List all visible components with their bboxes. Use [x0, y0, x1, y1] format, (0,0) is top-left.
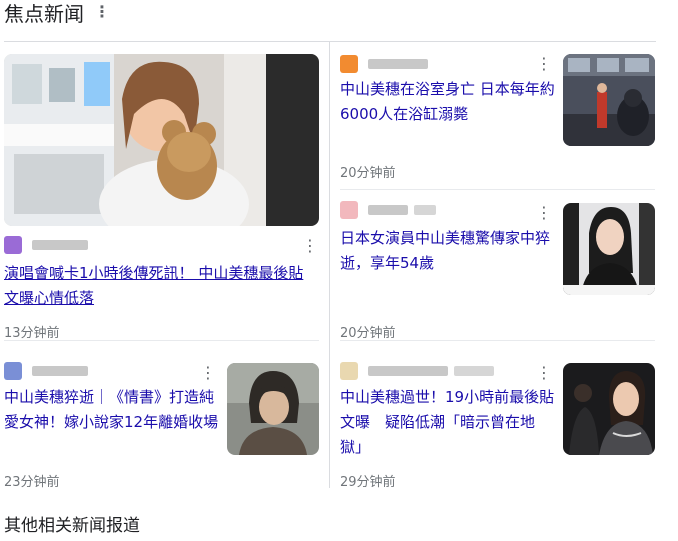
news-headline[interactable]: 中山美穗猝逝｜《情書》打造純愛女神！嫁小說家12年離婚收場 — [4, 385, 220, 435]
more-vert-icon[interactable]: ⋮ — [92, 4, 112, 20]
more-vert-icon[interactable]: ⋮ — [534, 205, 554, 221]
news-thumbnail[interactable] — [4, 54, 319, 226]
news-time: 20分钟前 — [340, 166, 396, 181]
more-vert-icon[interactable]: ⋮ — [534, 56, 554, 72]
publisher-name — [32, 240, 88, 250]
news-thumbnail[interactable] — [563, 54, 655, 146]
source-row — [340, 55, 428, 73]
news-headline[interactable]: 中山美穗過世！19小時前最後貼文曝 疑陷低潮「暗示曾在地獄」 — [340, 385, 556, 460]
news-headline[interactable]: 日本女演員中山美穗驚傳家中猝逝，享年54歲 — [340, 226, 556, 276]
publisher-name — [454, 366, 494, 376]
news-time: 29分钟前 — [340, 475, 396, 490]
news-headline[interactable]: 中山美穗在浴室身亡 日本每年約6000人在浴缸溺斃 — [340, 77, 556, 127]
column-divider — [329, 42, 330, 488]
news-thumbnail[interactable] — [227, 363, 319, 455]
divider — [340, 340, 655, 341]
source-row — [340, 362, 494, 380]
news-thumbnail[interactable] — [563, 363, 655, 455]
news-thumbnail[interactable] — [563, 203, 655, 295]
publisher-logo — [340, 362, 358, 380]
publisher-name — [368, 59, 428, 69]
publisher-logo — [4, 362, 22, 380]
source-row — [340, 201, 436, 219]
publisher-name — [414, 205, 436, 215]
news-time: 13分钟前 — [4, 326, 60, 341]
news-time: 23分钟前 — [4, 475, 60, 490]
news-time: 20分钟前 — [340, 326, 396, 341]
more-vert-icon[interactable]: ⋮ — [300, 238, 320, 254]
more-vert-icon[interactable]: ⋮ — [534, 365, 554, 381]
section-title: 焦点新闻 — [4, 1, 84, 26]
source-row — [4, 236, 88, 254]
news-headline[interactable]: 演唱會喊卡1小時後傳死訊！ 中山美穗最後貼文曝心情低落 — [4, 261, 314, 311]
publisher-name — [368, 205, 408, 215]
more-vert-icon[interactable]: ⋮ — [198, 365, 218, 381]
publisher-name — [32, 366, 88, 376]
related-news-heading: 其他相关新闻报道 — [4, 516, 140, 536]
divider — [4, 41, 656, 42]
publisher-name — [368, 366, 448, 376]
publisher-logo — [340, 201, 358, 219]
publisher-logo — [4, 236, 22, 254]
divider — [340, 189, 655, 190]
publisher-logo — [340, 55, 358, 73]
divider — [4, 340, 319, 341]
section-header: 焦点新闻 ⋮ — [4, 0, 112, 26]
source-row — [4, 362, 88, 380]
